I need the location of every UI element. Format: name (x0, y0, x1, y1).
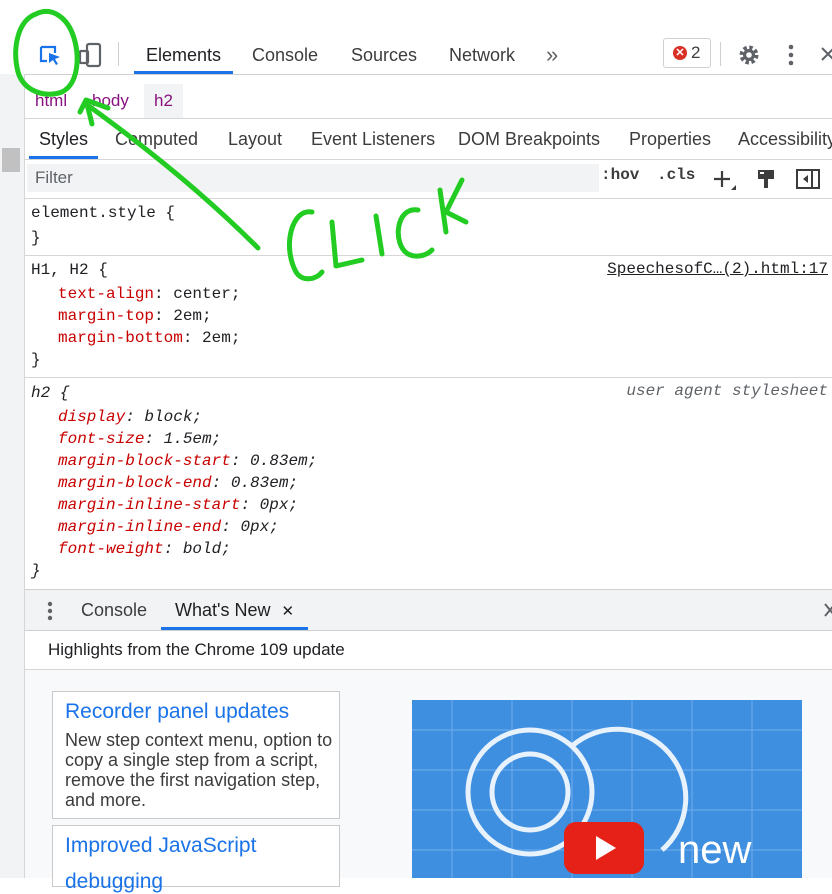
tab-elements[interactable]: Elements (134, 34, 234, 74)
css-value: 0px; (259, 496, 299, 514)
css-value: 2em; (173, 307, 212, 325)
rule-selector[interactable]: h2 { (31, 382, 69, 404)
close-tab-icon[interactable]: ✕ (281, 603, 294, 620)
feature-card-title[interactable]: Recorder panel updates (65, 700, 289, 724)
whats-new-header: Highlights from the Chrome 109 update (25, 631, 832, 670)
drawer-tab-whats-new[interactable]: What's New ✕ (161, 590, 309, 630)
drawer-menu-icon[interactable] (47, 601, 53, 626)
devtools-toolbar: Elements Console Sources Network » ✕ 2 (0, 34, 832, 75)
tab-accessibility[interactable]: Accessibility (738, 119, 832, 159)
video-thumbnail[interactable]: new (412, 700, 802, 878)
css-property: font-size (58, 430, 145, 448)
breadcrumb: html body h2 (25, 84, 832, 119)
error-count: 2 (691, 43, 701, 62)
css-declaration[interactable]: margin-bottom: 2em; (58, 327, 240, 349)
play-button[interactable] (564, 822, 644, 874)
css-property: margin-inline-end (58, 518, 222, 536)
error-icon: ✕ (673, 46, 687, 60)
css-value: 1.5em; (163, 430, 222, 448)
css-declaration[interactable]: font-weight: bold; (58, 538, 231, 560)
css-declaration[interactable]: margin-block-start: 0.83em; (58, 450, 317, 472)
device-toolbar-icon[interactable] (78, 42, 102, 73)
rule-element-style: element.style { } (25, 199, 832, 256)
rule-close-brace: } (31, 229, 41, 247)
styles-pane: element.style { } H1, H2 { SpeechesofC…(… (25, 199, 832, 589)
css-property: margin-top (58, 307, 155, 325)
css-property: text-align (58, 285, 155, 303)
video-new-label: new (678, 828, 752, 872)
css-property: margin-inline-start (58, 496, 241, 514)
css-property: font-weight (58, 540, 164, 558)
rule-close-brace: } (31, 351, 41, 369)
breadcrumb-html[interactable]: html (25, 84, 77, 118)
paint-brush-icon[interactable] (756, 168, 776, 195)
css-declaration[interactable]: font-size: 1.5em; (58, 428, 221, 450)
feature-card-title-overflow: debugging (65, 870, 164, 893)
css-declaration[interactable]: margin-top: 2em; (58, 305, 212, 327)
rule-selector[interactable]: H1, H2 { (31, 259, 108, 281)
rule-selector[interactable]: element.style { (31, 202, 175, 224)
css-declaration[interactable]: display: block; (58, 406, 202, 428)
tab-network[interactable]: Network (449, 34, 515, 74)
tab-layout[interactable]: Layout (228, 119, 282, 159)
tab-sources[interactable]: Sources (351, 34, 417, 74)
drawer-tab-label: What's New (175, 600, 271, 620)
toolbar-divider (118, 42, 119, 66)
css-value: center; (173, 285, 241, 303)
feature-card[interactable]: Recorder panel updates New step context … (52, 691, 340, 819)
tab-properties[interactable]: Properties (629, 119, 711, 159)
css-value: 0.83em; (230, 474, 299, 492)
tab-dom-breakpoints[interactable]: DOM Breakpoints (458, 119, 600, 159)
close-drawer-icon[interactable] (824, 603, 832, 622)
highlights-text: Highlights from the Chrome 109 update (48, 640, 345, 659)
css-declaration[interactable]: text-align: center; (58, 283, 240, 305)
css-property: display (58, 408, 126, 426)
css-declaration[interactable]: margin-inline-end: 0px; (58, 516, 279, 538)
rule-h2-user-agent: h2 { user agent stylesheet display: bloc… (25, 378, 832, 588)
rule-close-brace: } (31, 562, 41, 580)
breadcrumb-body[interactable]: body (82, 84, 139, 118)
inspect-element-icon[interactable] (38, 44, 62, 71)
styles-filter-bar: :hov .cls (25, 160, 832, 199)
play-icon (596, 836, 616, 860)
breadcrumb-h2[interactable]: h2 (144, 84, 183, 118)
css-property: margin-block-end (58, 474, 212, 492)
css-property: margin-bottom (58, 329, 183, 347)
tab-styles[interactable]: Styles (29, 119, 99, 159)
toolbar-divider (720, 42, 721, 66)
tab-computed[interactable]: Computed (115, 119, 198, 159)
rule-h1-h2: H1, H2 { SpeechesofC…(2).html:17 text-al… (25, 256, 832, 378)
css-declaration[interactable]: margin-inline-start: 0px; (58, 494, 298, 516)
css-value: bold; (182, 540, 231, 558)
gear-icon[interactable] (737, 43, 761, 72)
css-value: block; (144, 408, 203, 426)
tab-event-listeners[interactable]: Event Listeners (311, 119, 435, 159)
close-icon[interactable] (820, 46, 832, 67)
sidebar-pane-tabs: Styles Computed Layout Event Listeners D… (25, 119, 832, 160)
css-value: 0px; (240, 518, 279, 536)
css-value: 0.83em; (250, 452, 318, 470)
rule-source-link[interactable]: SpeechesofC…(2).html:17 (607, 260, 828, 278)
more-tabs-button[interactable]: » (546, 34, 558, 74)
css-value: 2em; (202, 329, 241, 347)
new-style-rule-icon[interactable] (713, 169, 737, 196)
drawer-tab-console[interactable]: Console (81, 590, 147, 630)
filter-input[interactable] (27, 164, 599, 192)
rule-source-label: user agent stylesheet (626, 382, 828, 400)
error-counter-button[interactable]: ✕ 2 (663, 38, 711, 68)
css-declaration[interactable]: margin-block-end: 0.83em; (58, 472, 298, 494)
feature-card-title[interactable]: Improved JavaScript (65, 834, 256, 858)
kebab-menu-icon[interactable] (788, 44, 794, 71)
drawer-tabbar: Console What's New ✕ (25, 589, 832, 631)
css-property: margin-block-start (58, 452, 231, 470)
tab-console[interactable]: Console (252, 34, 318, 74)
scrollbar-thumb[interactable] (2, 148, 20, 172)
feature-card-description: New step context menu, option to copy a … (65, 730, 333, 810)
toggle-sidebar-icon[interactable] (796, 169, 820, 194)
cls-toggle-button[interactable]: .cls (657, 166, 695, 184)
hov-toggle-button[interactable]: :hov (601, 166, 639, 184)
left-scrollbar-track[interactable] (0, 74, 25, 878)
